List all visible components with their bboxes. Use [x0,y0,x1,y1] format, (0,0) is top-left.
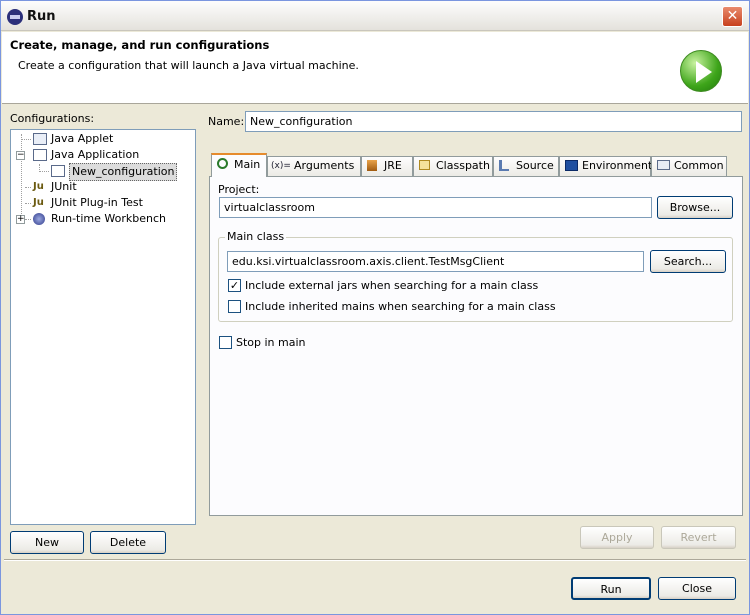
main-class-label: Main class [225,230,287,243]
stop-in-main-checkbox[interactable] [219,336,232,349]
project-label: Project: [218,183,260,196]
include-inherited-mains-label: Include inherited mains when searching f… [245,300,556,313]
java-application-icon [33,149,47,161]
tree-line [39,171,49,172]
tab-arguments[interactable]: (x)= Arguments [267,156,361,176]
tree-line [21,139,31,140]
tab-environment[interactable]: Environment [559,156,652,176]
search-button[interactable]: Search... [650,250,726,273]
tree-line [25,203,31,204]
revert-button[interactable]: Revert [661,526,736,549]
include-external-jars-checkbox[interactable]: ✓ [228,279,241,292]
tree-line [25,219,31,220]
tab-classpath[interactable]: Classpath [413,156,493,176]
apply-button[interactable]: Apply [580,526,654,549]
header-subtitle: Create a configuration that will launch … [18,59,359,72]
browse-button[interactable]: Browse... [657,196,733,219]
tree-line [21,134,22,218]
tab-jre[interactable]: JRE [361,156,413,176]
junit-icon: Ju [33,181,44,192]
delete-button[interactable]: Delete [90,531,166,554]
window-title: Run [27,9,56,24]
run-banner-icon [680,50,722,92]
project-field[interactable]: virtualclassroom [219,197,652,218]
environment-tab-icon [565,160,578,171]
java-applet-icon [33,133,47,145]
main-class-group: Main class edu.ksi.virtualclassroom.axis… [218,230,733,322]
header-title: Create, manage, and run configurations [10,38,270,52]
arguments-tab-icon: (x)= [271,161,291,171]
new-button[interactable]: New [10,531,84,554]
title-bar: Run ✕ [1,1,749,31]
dialog-header: Create, manage, and run configurations C… [2,32,748,104]
eclipse-icon [7,9,23,25]
name-label: Name: [208,115,245,128]
configurations-label: Configurations: [10,112,95,125]
include-inherited-mains-checkbox[interactable] [228,300,241,313]
tab-common[interactable]: Common [651,156,727,176]
common-tab-icon [657,160,670,170]
expand-run-time-workbench[interactable]: + [16,215,25,224]
name-field[interactable]: New_configuration [245,111,742,132]
source-tab-icon [499,160,509,171]
junit-plugin-icon: Ju [33,197,44,208]
tab-main[interactable]: Main [211,153,267,177]
jre-tab-icon [367,160,377,171]
configurations-tree[interactable]: Java Applet − Java Application New_confi… [10,129,196,525]
run-button[interactable]: Run [571,577,651,600]
tab-source[interactable]: Source [493,156,559,176]
close-button[interactable]: Close [658,577,736,600]
stop-in-main-label: Stop in main [236,336,306,349]
collapse-java-application[interactable]: − [16,151,25,160]
tab-bar: Main (x)= Arguments JRE Classpath Source… [209,153,743,177]
main-class-field[interactable]: edu.ksi.virtualclassroom.axis.client.Tes… [227,251,644,272]
run-dialog: Run ✕ Create, manage, and run configurat… [0,0,750,615]
java-app-config-icon [51,165,65,177]
separator [4,559,746,561]
main-tab-icon [217,158,228,169]
tree-line [25,187,31,188]
close-window-button[interactable]: ✕ [722,6,743,27]
workbench-icon [33,213,45,225]
classpath-tab-icon [419,160,430,170]
main-tab-panel: Project: virtualclassroom Browse... Main… [209,176,743,516]
include-external-jars-label: Include external jars when searching for… [245,279,539,292]
